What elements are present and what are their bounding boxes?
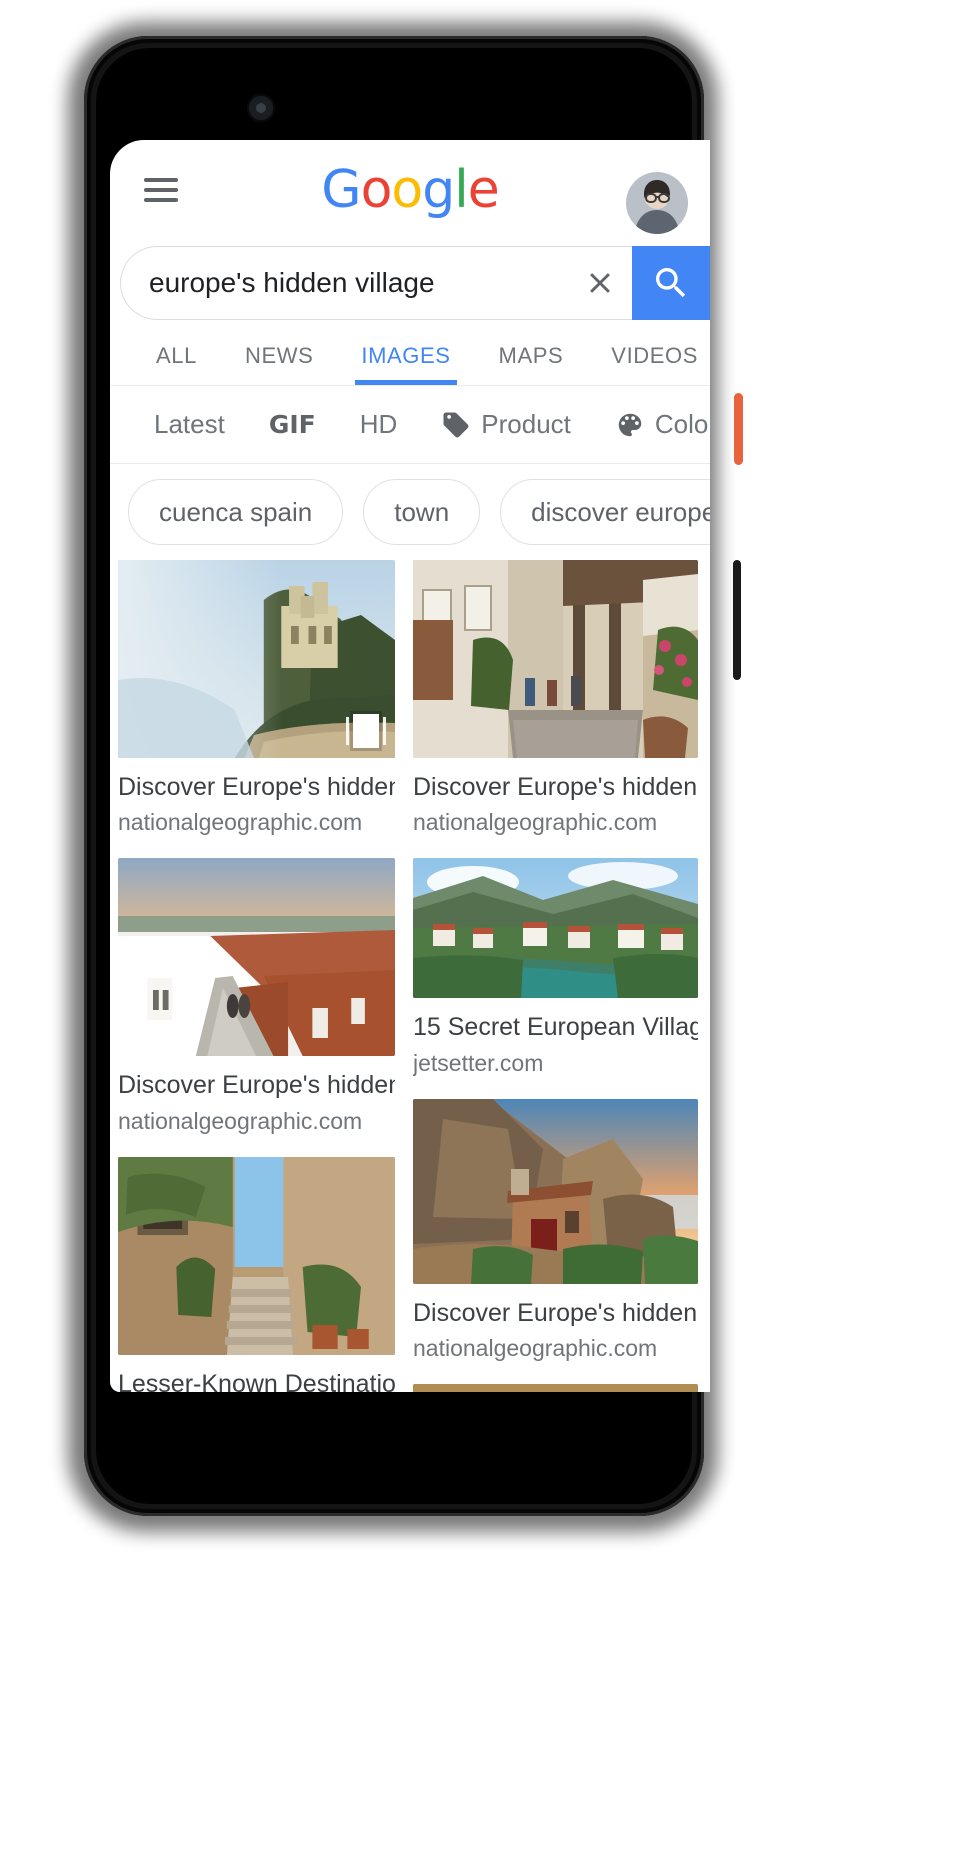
filter-label: HD: [359, 409, 398, 439]
image-filter-bar: Latest GIF HD Product Color: [110, 386, 710, 464]
image-result-card[interactable]: Discover Europe's hidden villa… national…: [118, 858, 395, 1134]
filter-label: GIF: [268, 410, 316, 439]
result-title: Discover Europe's hidden villa…: [118, 773, 395, 801]
logo-letter: e: [467, 160, 500, 220]
result-thumbnail[interactable]: [413, 560, 698, 758]
search-vertical-tabs: ALL NEWS IMAGES MAPS VIDEOS S: [110, 320, 710, 386]
result-title: Discover Europe's hidden villa…: [413, 773, 698, 801]
result-thumbnail[interactable]: [413, 1098, 698, 1284]
result-thumbnail[interactable]: [118, 560, 395, 758]
result-source: jetsetter.com: [413, 1049, 544, 1076]
logo-letter: o: [391, 160, 423, 220]
result-title: Discover Europe's hidden villa…: [413, 1298, 698, 1327]
document-badge-icon: [346, 714, 386, 748]
logo-letter: o: [360, 160, 393, 220]
chip-discover-europe[interactable]: discover europe: [500, 479, 710, 545]
search-button[interactable]: [632, 246, 710, 320]
image-result-card[interactable]: Discover Europe's hidden villa… national…: [118, 560, 395, 836]
tab-news[interactable]: NEWS: [221, 343, 337, 385]
filter-latest[interactable]: Latest: [132, 409, 247, 440]
results-column-right: Discover Europe's hidden villa… national…: [413, 560, 698, 1392]
tag-icon: [443, 412, 469, 437]
result-thumbnail[interactable]: [413, 1383, 698, 1392]
logo-letter: l: [454, 160, 468, 220]
front-camera-icon: [247, 94, 275, 122]
image-result-card[interactable]: [413, 1383, 698, 1392]
result-source: nationalgeographic.com: [413, 809, 658, 836]
app-header: Google: [110, 140, 710, 240]
search-input[interactable]: europe's hidden village: [120, 246, 632, 320]
screenshot-root: Google europe's hidden village ALL NEWS …: [0, 0, 976, 1860]
result-title: 15 Secret European Villages …: [413, 1013, 698, 1042]
tab-images[interactable]: IMAGES: [337, 343, 474, 385]
logo-letter: G: [321, 160, 361, 220]
related-search-chips: cuenca spain town discover europe: [110, 464, 710, 560]
logo-letter: g: [422, 160, 455, 220]
tab-videos[interactable]: VIDEOS: [587, 343, 710, 385]
result-title: Lesser-Known Destinations i…: [118, 1369, 395, 1393]
filter-label: Latest: [154, 409, 225, 439]
chip-town[interactable]: town: [363, 479, 481, 545]
filter-color[interactable]: Color: [593, 409, 710, 440]
power-button[interactable]: [734, 393, 743, 465]
google-logo: Google: [110, 164, 710, 216]
filter-label: Product: [481, 409, 571, 439]
close-x-icon[interactable]: [574, 257, 626, 309]
chip-cuenca-spain[interactable]: cuenca spain: [128, 479, 344, 545]
avatar[interactable]: [626, 172, 688, 234]
filter-hd[interactable]: HD: [338, 409, 420, 440]
result-source: nationalgeographic.com: [413, 1334, 658, 1361]
result-thumbnail[interactable]: [118, 858, 395, 1057]
image-result-card[interactable]: 15 Secret European Villages … jetsetter.…: [413, 858, 698, 1076]
image-results-grid: Discover Europe's hidden villa… national…: [110, 560, 710, 1392]
result-source: nationalgeographic.com: [118, 809, 363, 836]
results-column-left: Discover Europe's hidden villa… national…: [110, 560, 395, 1392]
image-result-card[interactable]: Discover Europe's hidden villa… national…: [413, 560, 698, 836]
result-thumbnail[interactable]: [118, 1156, 395, 1355]
tab-all[interactable]: ALL: [132, 343, 221, 385]
palette-icon: [618, 413, 642, 436]
result-title: Discover Europe's hidden villa…: [118, 1071, 395, 1100]
image-result-card[interactable]: Discover Europe's hidden villa… national…: [413, 1098, 698, 1362]
image-result-card[interactable]: Lesser-Known Destinations i… nationalgeo…: [118, 1156, 395, 1393]
result-source: nationalgeographic.com: [118, 1107, 363, 1134]
magnifier-icon: [655, 267, 686, 298]
phone-screen: Google europe's hidden village ALL NEWS …: [110, 140, 710, 1392]
volume-button[interactable]: [733, 560, 741, 680]
search-bar: europe's hidden village: [120, 246, 710, 320]
filter-label: Color: [654, 409, 710, 439]
result-thumbnail[interactable]: [413, 858, 698, 999]
tab-maps[interactable]: MAPS: [475, 343, 588, 385]
filter-gif[interactable]: GIF: [247, 410, 338, 439]
filter-product[interactable]: Product: [419, 409, 593, 440]
search-query-text: europe's hidden village: [149, 267, 435, 298]
